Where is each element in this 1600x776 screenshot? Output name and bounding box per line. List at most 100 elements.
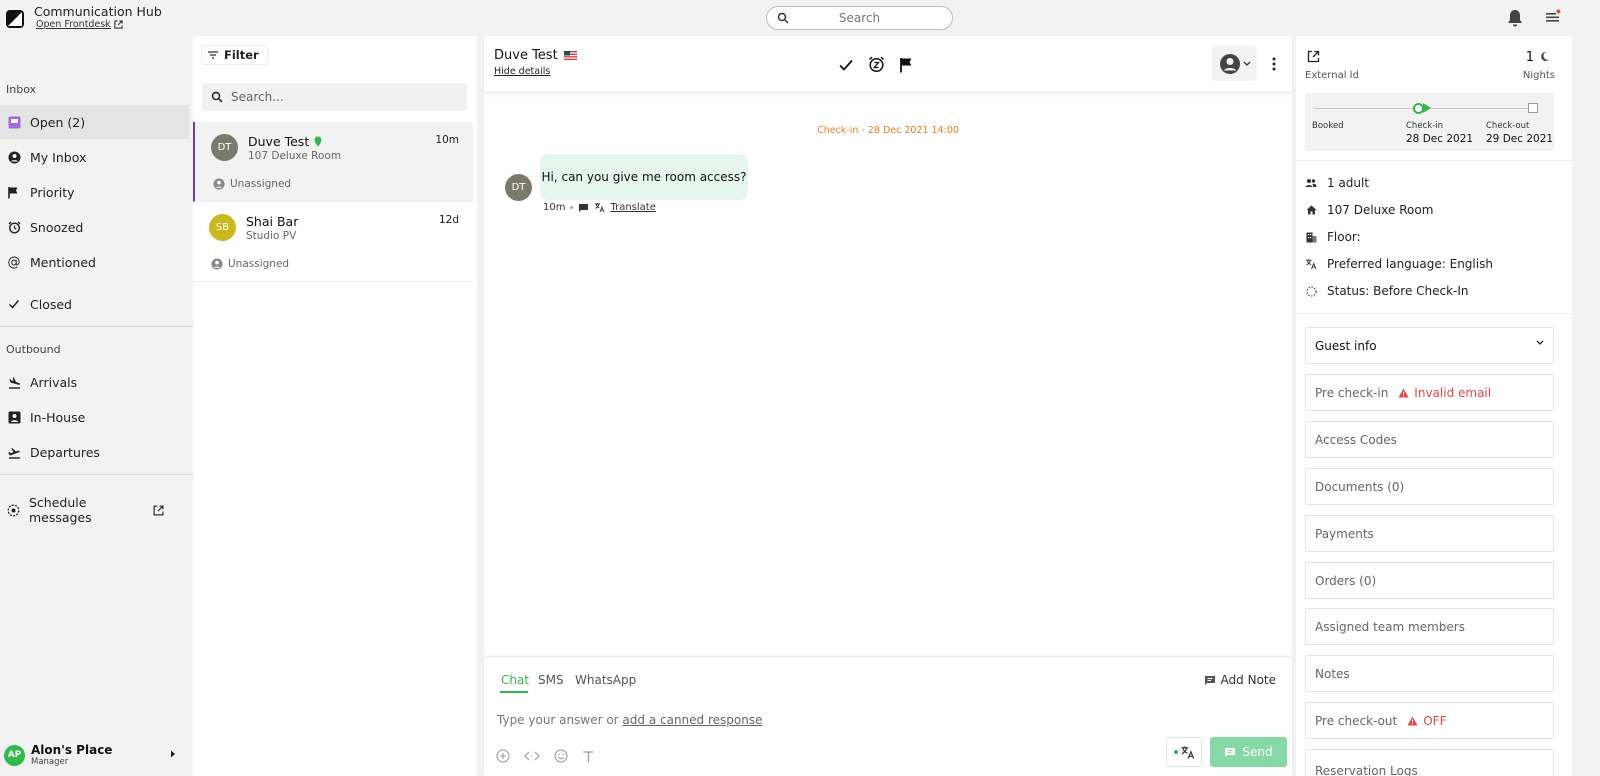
global-search-input[interactable]: Search: [766, 6, 953, 30]
sidebar-item-closed[interactable]: Closed: [0, 287, 189, 321]
flag-icon: [7, 185, 21, 199]
activity-list-icon[interactable]: [1545, 9, 1561, 25]
reservation-logs-label: Reservation Logs: [1315, 763, 1418, 776]
tab-sms[interactable]: SMS: [538, 673, 564, 687]
pre-checkout-warning-text: OFF: [1423, 713, 1447, 728]
reservation-status: Status: Before Check-In: [1305, 284, 1469, 298]
sidebar-item-in-house[interactable]: In-House: [0, 400, 189, 434]
account-name: Alon's Place: [31, 743, 113, 757]
pre-checkout-warning: OFF: [1407, 714, 1446, 728]
sidebar-item-label: Arrivals: [30, 374, 78, 390]
guest-info-accordion[interactable]: Guest info: [1305, 327, 1554, 364]
send-button[interactable]: Send: [1210, 737, 1287, 767]
sidebar-item-label: Departures: [30, 444, 100, 460]
conversation-assignee: Unassigned: [211, 258, 289, 270]
orders-accordion[interactable]: Orders (0): [1305, 562, 1554, 599]
page-scrollbar[interactable]: [1590, 36, 1596, 776]
code-variable-icon[interactable]: [524, 749, 540, 763]
notes-accordion[interactable]: Notes: [1305, 655, 1554, 692]
sidebar-item-schedule-messages[interactable]: Schedule messages: [0, 493, 189, 527]
close-conversation-check-icon[interactable]: [838, 56, 854, 73]
conversation-search-placeholder: Search...: [231, 90, 284, 104]
emoji-icon[interactable]: [554, 749, 568, 763]
more-options-icon[interactable]: [1272, 57, 1276, 71]
priority-flag-icon[interactable]: [899, 56, 914, 73]
note-icon: [1204, 675, 1216, 686]
building-icon: [1305, 231, 1317, 243]
chat-channel-icon: [578, 203, 589, 213]
snooze-alarm-icon[interactable]: [868, 56, 885, 73]
pre-checkin-accordion[interactable]: Pre check-in Invalid email: [1305, 374, 1554, 411]
us-flag-icon: [563, 51, 577, 60]
message-meta: 10m Translate: [543, 202, 656, 213]
active-indicator-dot: [1173, 750, 1178, 754]
user-circle-icon: [7, 150, 21, 164]
composer-input[interactable]: Type your answer or add a canned respons…: [497, 713, 762, 727]
timeline-checkin-label: Check-in: [1406, 121, 1443, 131]
conversation-name-text: Duve Test: [248, 134, 310, 149]
conversation-time: 10m: [435, 134, 459, 146]
notifications-bell-icon[interactable]: [1507, 9, 1523, 27]
location-pin-icon: [314, 136, 322, 147]
translate-link[interactable]: Translate: [610, 202, 655, 213]
sidebar-item-label: Open (2): [30, 114, 86, 130]
pre-checkout-accordion[interactable]: Pre check-out OFF: [1305, 702, 1554, 739]
open-external-icon[interactable]: [1307, 50, 1320, 63]
text-format-icon[interactable]: [582, 749, 595, 763]
tab-chat[interactable]: Chat: [501, 673, 529, 687]
user-circle-icon: [213, 178, 225, 190]
translate-toggle-button[interactable]: [1166, 737, 1202, 767]
sidebar-item-my-inbox[interactable]: My Inbox: [0, 140, 189, 174]
pre-checkin-label: Pre check-in: [1315, 385, 1389, 400]
pre-checkin-warning: Invalid email: [1398, 386, 1491, 400]
payments-accordion[interactable]: Payments: [1305, 515, 1554, 552]
conversation-search-input[interactable]: Search...: [202, 83, 467, 111]
guest-count: 1 adult: [1305, 176, 1369, 190]
floor-info-text: Floor:: [1327, 230, 1361, 244]
reservation-logs-accordion[interactable]: Reservation Logs: [1305, 749, 1554, 776]
pre-checkout-label: Pre check-out: [1315, 713, 1398, 728]
access-codes-accordion[interactable]: Access Codes: [1305, 421, 1554, 458]
sidebar-item-arrivals[interactable]: Arrivals: [0, 365, 189, 399]
documents-accordion[interactable]: Documents (0): [1305, 468, 1554, 505]
conversation-item-shai-bar[interactable]: SB Shai Bar Studio PV 12d Unassigned: [193, 202, 473, 282]
composer-placeholder: Type your answer or: [497, 713, 623, 727]
conversation-item-duve-test[interactable]: DT Duve Test 107 Deluxe Room 10m Unassig…: [193, 122, 473, 202]
reservation-panel: External Id 1 Nights Booked Check-in 28 …: [1296, 36, 1572, 776]
open-frontdesk-link[interactable]: Open Frontdesk: [36, 19, 123, 30]
sidebar-item-mentioned[interactable]: @ Mentioned: [0, 245, 189, 279]
message-avatar: DT: [505, 174, 532, 201]
translate-icon: [594, 202, 605, 213]
composer-tools: [496, 749, 595, 763]
filter-button[interactable]: Filter: [201, 45, 268, 65]
tab-whatsapp[interactable]: WhatsApp: [575, 673, 636, 687]
notes-label: Notes: [1315, 666, 1350, 681]
sidebar-item-priority[interactable]: Priority: [0, 175, 189, 209]
caret-right-icon: [170, 750, 176, 758]
account-switcher[interactable]: AP Alon's Place Manager: [4, 740, 190, 770]
conversation-time: 12d: [438, 214, 459, 226]
add-attachment-icon[interactable]: [496, 749, 510, 763]
active-tab-indicator: [500, 691, 528, 693]
assigned-team-accordion[interactable]: Assigned team members: [1305, 608, 1554, 645]
assign-agent-button[interactable]: [1212, 46, 1257, 81]
sidebar-item-open[interactable]: Open (2): [0, 105, 189, 139]
hide-details-link[interactable]: Hide details: [494, 66, 550, 77]
conversation-room: 107 Deluxe Room: [248, 150, 342, 162]
panel-divider: [1296, 313, 1572, 314]
nights-count: 1: [1525, 50, 1534, 65]
warning-icon: [1398, 388, 1409, 398]
timeline-arrow: [1423, 103, 1431, 113]
sidebar-item-departures[interactable]: Departures: [0, 435, 189, 469]
sidebar: Inbox Open (2) My Inbox Priority Snoozed…: [0, 36, 193, 776]
canned-response-link[interactable]: add a canned response: [622, 713, 762, 727]
send-label: Send: [1242, 745, 1273, 759]
sidebar-item-snoozed[interactable]: Snoozed: [0, 210, 189, 244]
preferred-language-text: Preferred language: English: [1327, 257, 1493, 271]
conversation-name: Shai Bar: [246, 214, 298, 229]
message-composer: Chat SMS WhatsApp Add Note Type your ans…: [484, 656, 1292, 776]
sidebar-item-label: My Inbox: [30, 149, 87, 165]
sidebar-divider: [0, 474, 193, 475]
add-note-button[interactable]: Add Note: [1204, 673, 1276, 687]
plane-takeoff-icon: [7, 445, 21, 459]
